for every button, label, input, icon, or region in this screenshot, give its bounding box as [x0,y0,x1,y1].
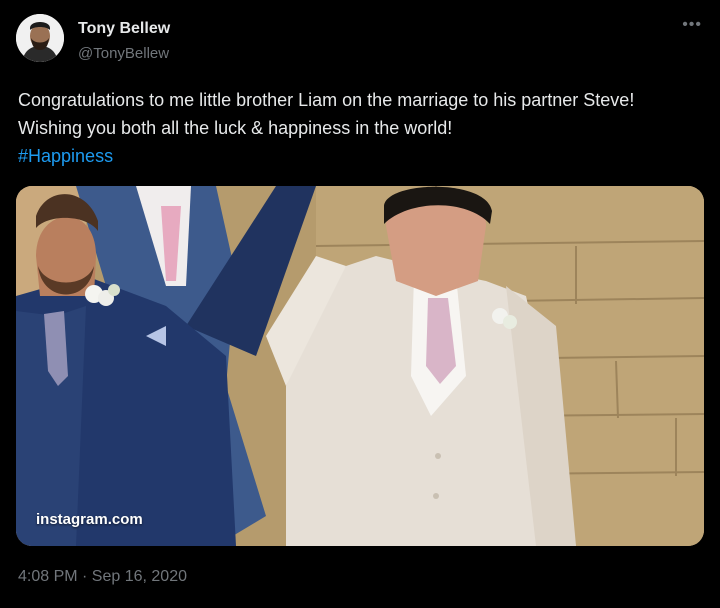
more-horizontal-icon[interactable]: ••• [682,16,702,34]
author-name[interactable]: Tony Bellew [78,20,170,38]
author-handle[interactable]: @TonyBellew [78,45,169,62]
avatar[interactable] [16,14,64,62]
avatar-image [16,14,64,62]
hashtag-link[interactable]: #Happiness [18,146,113,166]
media-watermark: instagram.com [36,511,143,528]
tweet-body: Congratulations to me little brother Lia… [18,90,635,138]
wedding-photo [16,186,704,546]
tweet-timestamp[interactable]: 4:08 PM · Sep 16, 2020 [18,568,187,586]
tweet-photo[interactable]: instagram.com [16,186,704,546]
tweet-text: Congratulations to me little brother Lia… [18,86,698,170]
